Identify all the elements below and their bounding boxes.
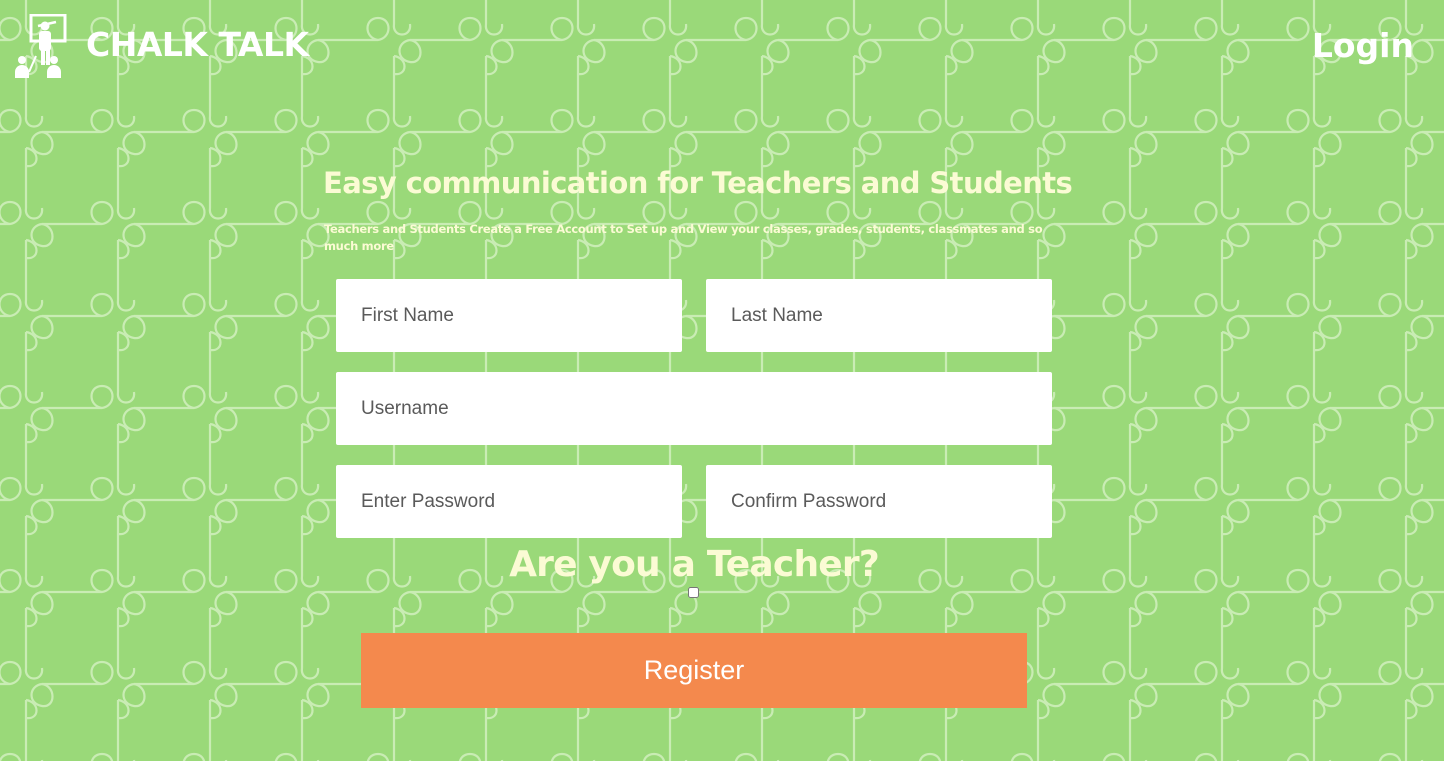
hero-subline: Teachers and Students Create a Free Acco… — [324, 222, 1043, 253]
teacher-question-label: Are you a Teacher? — [509, 544, 880, 585]
password-input[interactable] — [336, 465, 682, 538]
teacher-checkbox[interactable] — [688, 587, 699, 598]
brand-name: CHALK TALK — [86, 24, 309, 64]
brand-logo-link[interactable]: CHALK TALK — [14, 14, 309, 78]
username-input[interactable] — [336, 372, 1052, 445]
register-button[interactable]: Register — [361, 633, 1027, 708]
login-link[interactable]: Login — [1312, 26, 1414, 65]
teacher-at-board-icon — [15, 14, 67, 78]
last-name-input[interactable] — [706, 279, 1052, 352]
hero-headline: Easy communication for Teachers and Stud… — [323, 166, 1073, 200]
confirm-password-input[interactable] — [706, 465, 1052, 538]
first-name-input[interactable] — [336, 279, 682, 352]
